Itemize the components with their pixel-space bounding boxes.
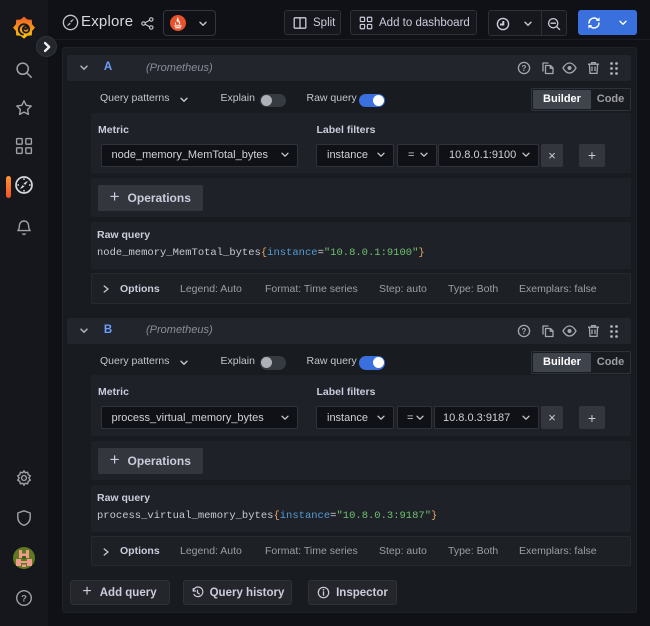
svg-text:?: ? — [521, 64, 526, 73]
svg-text:?: ? — [21, 593, 27, 604]
svg-text:?: ? — [521, 326, 526, 335]
